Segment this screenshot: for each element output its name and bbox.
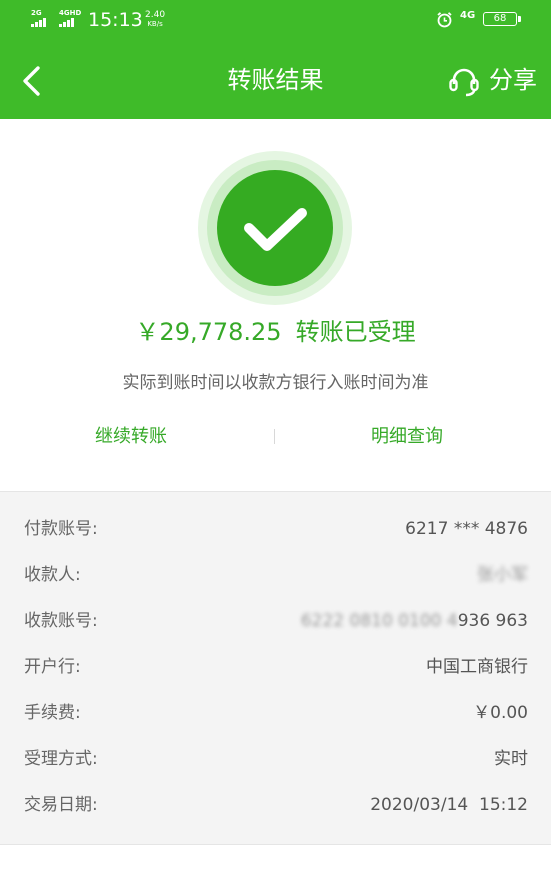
payer-account-value: 6217 *** 4876: [405, 519, 528, 539]
method-value: 实时: [494, 749, 528, 769]
signal-2g-label: 2G: [31, 9, 42, 17]
network-speed: 2.40 KB/s: [145, 10, 166, 29]
payee-account-masked: 6222 0810 0100 4: [300, 611, 458, 631]
bank-label: 开户行:: [24, 657, 81, 677]
signal-4g-icon: 4GHD: [59, 10, 81, 27]
action-divider: [274, 429, 275, 444]
transfer-amount: ￥29,778.25: [135, 318, 282, 346]
transfer-status: 转账已受理: [295, 318, 416, 346]
method-label: 受理方式:: [24, 749, 98, 769]
headset-icon[interactable]: [446, 64, 482, 98]
payee-account-value: 6222 0810 0100 4 936 963: [301, 608, 528, 634]
payee-value: 张小军: [477, 562, 528, 588]
share-button[interactable]: 分享: [489, 64, 537, 96]
network-type: 4G: [460, 10, 476, 21]
payee-account-tail: 936 963: [457, 611, 528, 631]
status-time: 15:13: [88, 9, 143, 31]
fee-label: 手续费:: [24, 703, 81, 723]
detail-query-link[interactable]: 明细查询: [371, 423, 443, 451]
date-label: 交易日期:: [24, 795, 98, 815]
payee-name: 张小军: [477, 565, 528, 585]
network-speed-value: 2.40: [145, 10, 166, 20]
battery-level: 68: [493, 13, 507, 24]
result-summary: ￥29,778.25 转账已受理: [0, 315, 551, 349]
date-value: 2020/03/14 15:12: [370, 795, 528, 815]
payer-account-label: 付款账号:: [24, 519, 98, 539]
transfer-details: 付款账号: 6217 *** 4876 收款人: 张小军 收款账号: 6222 …: [0, 491, 551, 845]
bank-value: 中国工商银行: [426, 657, 528, 677]
payee-account-label: 收款账号:: [24, 611, 98, 631]
continue-transfer-link[interactable]: 继续转账: [95, 423, 167, 451]
fee-value: ￥0.00: [473, 703, 528, 723]
alarm-icon: [437, 12, 452, 28]
signal-2g-icon: 2G: [31, 10, 46, 27]
status-bar: 2G 4GHD 15:13 2.40 KB/s 4G 68: [0, 0, 551, 40]
battery-icon: 68: [483, 12, 521, 26]
payee-label: 收款人:: [24, 565, 81, 585]
signal-4g-label: 4GHD: [59, 9, 82, 17]
app-header: 2G 4GHD 15:13 2.40 KB/s 4G 68 转账结果 分享: [0, 0, 551, 119]
arrival-note: 实际到账时间以收款方银行入账时间为准: [122, 373, 429, 393]
network-speed-unit: KB/s: [147, 20, 163, 28]
check-icon: [244, 208, 307, 251]
nav-bar: 转账结果 分享: [0, 40, 551, 119]
